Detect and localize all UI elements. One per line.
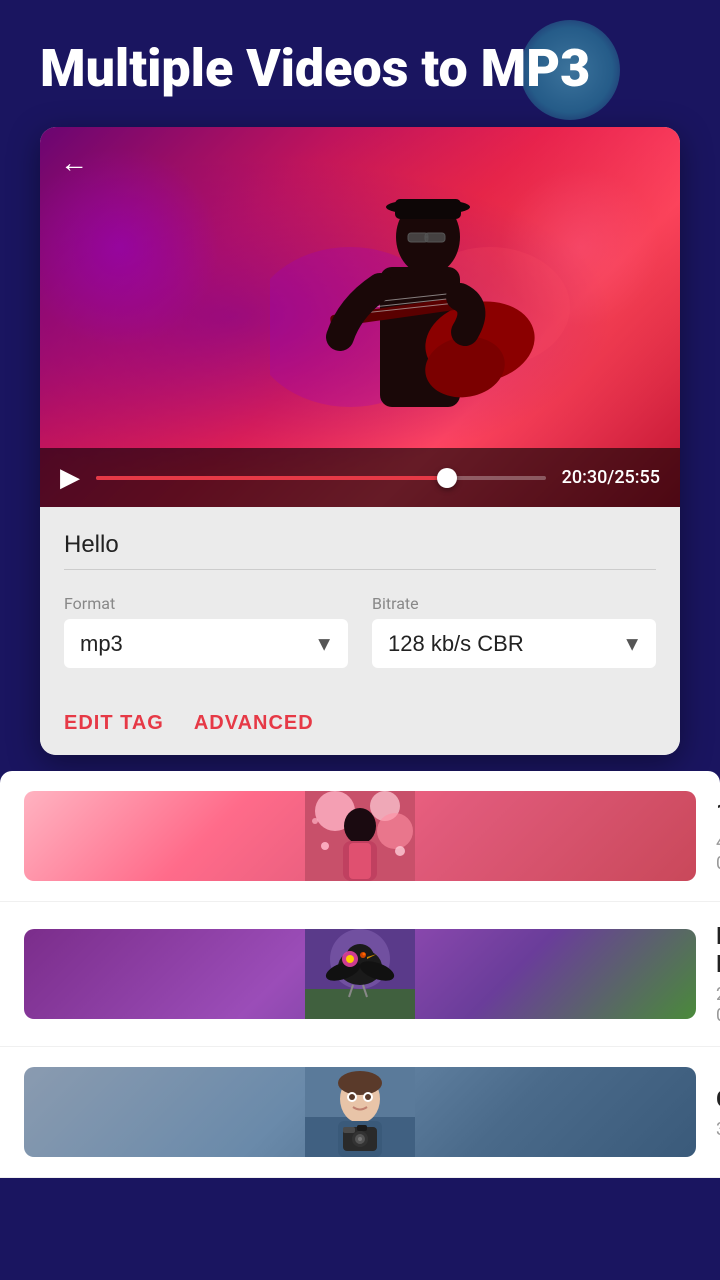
format-label: Format [64, 594, 348, 613]
action-buttons-row: EDIT TAG ADVANCED [64, 692, 656, 755]
play-button[interactable]: ▶ [60, 462, 80, 493]
bitrate-label: Bitrate [372, 594, 656, 613]
time-display: 20:30/25:55 [562, 467, 660, 488]
guitarist-figure [270, 147, 570, 457]
edit-tag-button[interactable]: EDIT TAG [64, 712, 164, 735]
file-title-1989: 1989.MP4 [716, 798, 720, 826]
file-meta-castel: 3.9 MB | 04:53 [716, 1119, 720, 1140]
format-bitrate-row: Format mp3 aac ogg flac wav ▼ Bitrate [64, 594, 656, 668]
progress-thumb [437, 468, 457, 488]
progress-bar-container: ▶ 20:30/25:55 [40, 448, 680, 507]
progress-track[interactable] [96, 476, 546, 480]
list-item: Happy Day.MP4 2.5 MB | 03:29 [0, 902, 720, 1047]
file-name-input[interactable] [64, 531, 656, 570]
main-card: ← ▶ 20:30/25:55 Format mp3 aac [40, 127, 680, 755]
file-info-1989: 1989.MP4 4.5 MB | 05:32 [716, 798, 720, 874]
bitrate-dropdown-wrapper: 64 kb/s CBR 128 kb/s CBR 192 kb/s CBR 25… [372, 619, 656, 668]
video-player: ← ▶ 20:30/25:55 [40, 127, 680, 507]
app-title: Multiple Videos to MP3 [40, 40, 680, 97]
bitrate-select[interactable]: 64 kb/s CBR 128 kb/s CBR 192 kb/s CBR 25… [372, 619, 656, 668]
list-item: 1989.MP4 4.5 MB | 05:32 [0, 771, 720, 902]
back-button[interactable]: ← [60, 147, 88, 179]
thumbnail-1989 [24, 791, 696, 881]
file-title-happyday: Happy Day.MP4 [716, 922, 720, 978]
bitrate-group: Bitrate 64 kb/s CBR 128 kb/s CBR 192 kb/… [372, 594, 656, 668]
progress-fill [96, 476, 447, 480]
file-meta-happyday: 2.5 MB | 03:29 [716, 984, 720, 1026]
app-header: Multiple Videos to MP3 [0, 0, 720, 117]
thumbnail-castel [24, 1067, 696, 1157]
format-dropdown-wrapper: mp3 aac ogg flac wav ▼ [64, 619, 348, 668]
advanced-button[interactable]: ADVANCED [194, 712, 314, 735]
file-title-castel: Castel.MP4 [716, 1085, 720, 1113]
file-meta-1989: 4.5 MB | 05:32 [716, 832, 720, 874]
controls-panel: Format mp3 aac ogg flac wav ▼ Bitrate [40, 507, 680, 755]
format-select[interactable]: mp3 aac ogg flac wav [64, 619, 348, 668]
thumbnail-happyday [24, 929, 696, 1019]
format-group: Format mp3 aac ogg flac wav ▼ [64, 594, 348, 668]
file-info-happyday: Happy Day.MP4 2.5 MB | 03:29 [716, 922, 720, 1026]
list-item: Castel.MP4 3.9 MB | 04:53 [0, 1047, 720, 1178]
file-list: 1989.MP4 4.5 MB | 05:32 [0, 771, 720, 1178]
file-info-castel: Castel.MP4 3.9 MB | 04:53 [716, 1085, 720, 1140]
